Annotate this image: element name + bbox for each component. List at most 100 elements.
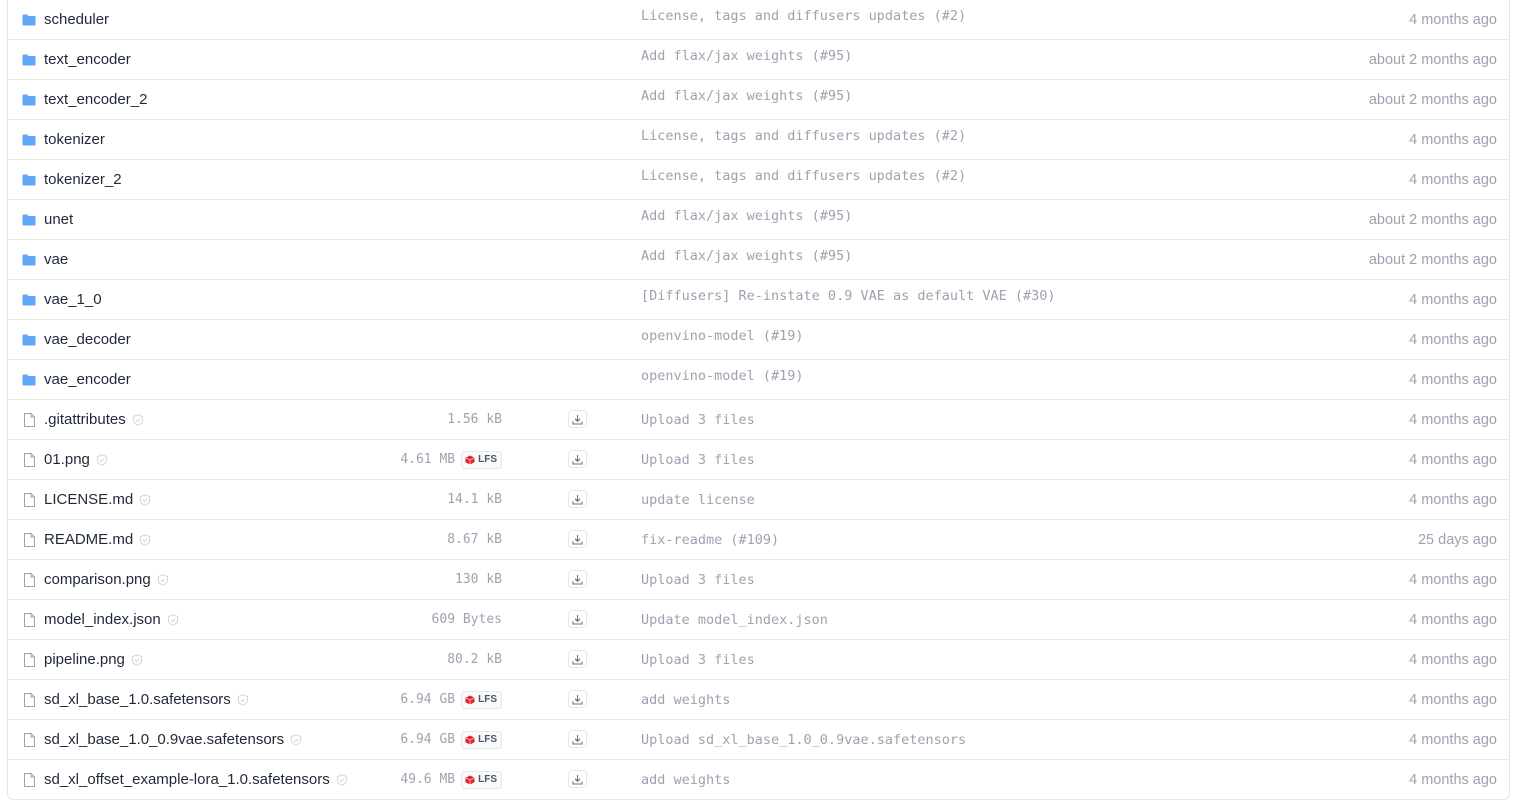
safe-check-icon[interactable] <box>167 613 179 626</box>
folder-row[interactable]: vae_encoder openvino-model (#19) 4 month… <box>8 359 1509 399</box>
folder-row[interactable]: text_encoder_2 Add flax/jax weights (#95… <box>8 79 1509 119</box>
safe-check-icon[interactable] <box>139 493 151 506</box>
safe-check-icon[interactable] <box>290 733 302 746</box>
file-row[interactable]: LICENSE.md 14.1 kB update license 4 mont… <box>8 479 1509 519</box>
download-button[interactable] <box>568 610 587 628</box>
last-modified-date: 4 months ago <box>1409 691 1497 708</box>
commit-message-link[interactable]: Update model_index.json <box>641 600 828 639</box>
commit-message-link[interactable]: Add flax/jax weights (#95) <box>641 236 852 275</box>
safe-check-icon[interactable] <box>157 573 169 586</box>
file-size: 6.94 GB <box>400 692 456 707</box>
safe-check-icon[interactable] <box>336 773 348 786</box>
last-modified-date: 4 months ago <box>1409 571 1497 588</box>
download-button[interactable] <box>568 690 587 708</box>
folder-row[interactable]: vae_decoder openvino-model (#19) 4 month… <box>8 319 1509 359</box>
commit-message-link[interactable]: fix-readme (#109) <box>641 520 779 559</box>
folder-name-link[interactable]: vae_decoder <box>44 331 131 348</box>
safe-check-icon[interactable] <box>237 693 249 706</box>
commit-message-link[interactable]: openvino-model (#19) <box>641 356 804 395</box>
commit-message-link[interactable]: License, tags and diffusers updates (#2) <box>641 156 966 195</box>
folder-name-cell: unet <box>21 200 441 239</box>
file-name-link[interactable]: LICENSE.md <box>44 491 133 508</box>
folder-name-link[interactable]: vae_1_0 <box>44 291 102 308</box>
file-name-cell: comparison.png <box>21 560 441 599</box>
file-row[interactable]: .gitattributes 1.56 kB Upload 3 files 4 … <box>8 399 1509 439</box>
folder-row[interactable]: vae Add flax/jax weights (#95) about 2 m… <box>8 239 1509 279</box>
file-name-link[interactable]: pipeline.png <box>44 651 125 668</box>
lfs-label: LFS <box>478 694 497 705</box>
folder-row[interactable]: tokenizer License, tags and diffusers up… <box>8 119 1509 159</box>
safe-check-icon[interactable] <box>139 533 151 546</box>
last-modified-date: about 2 months ago <box>1368 91 1497 108</box>
file-row[interactable]: sd_xl_offset_example-lora_1.0.safetensor… <box>8 759 1509 799</box>
file-row[interactable]: README.md 8.67 kB fix-readme (#109) 25 d… <box>8 519 1509 559</box>
folder-name-link[interactable]: text_encoder_2 <box>44 91 147 108</box>
download-button[interactable] <box>568 570 587 588</box>
file-row[interactable]: model_index.json 609 Bytes Update model_… <box>8 599 1509 639</box>
file-row[interactable]: 01.png 4.61 MB LFS Upload 3 files 4 mont… <box>8 439 1509 479</box>
folder-row[interactable]: vae_1_0 [Diffusers] Re-instate 0.9 VAE a… <box>8 279 1509 319</box>
folder-name-link[interactable]: scheduler <box>44 11 109 28</box>
download-button[interactable] <box>568 410 587 428</box>
file-size-cell: 130 kB <box>455 560 502 599</box>
folder-name-cell: text_encoder <box>21 40 441 79</box>
file-icon <box>21 412 37 428</box>
folder-icon <box>21 12 37 28</box>
download-button[interactable] <box>568 770 587 788</box>
file-icon <box>21 572 37 588</box>
file-name-link[interactable]: sd_xl_offset_example-lora_1.0.safetensor… <box>44 771 330 788</box>
folder-name-link[interactable]: tokenizer_2 <box>44 171 122 188</box>
file-name-link[interactable]: .gitattributes <box>44 411 126 428</box>
commit-message-link[interactable]: License, tags and diffusers updates (#2) <box>641 116 966 155</box>
last-modified-date: 4 months ago <box>1409 11 1497 28</box>
commit-message-link[interactable]: Add flax/jax weights (#95) <box>641 36 852 75</box>
lfs-icon <box>465 695 475 704</box>
commit-message-link[interactable]: Upload 3 files <box>641 640 755 679</box>
file-name-link[interactable]: comparison.png <box>44 571 151 588</box>
safe-check-icon[interactable] <box>131 653 143 666</box>
download-icon <box>572 614 583 625</box>
file-name-cell: model_index.json <box>21 600 441 639</box>
commit-message-link[interactable]: Add flax/jax weights (#95) <box>641 76 852 115</box>
file-row[interactable]: comparison.png 130 kB Upload 3 files 4 m… <box>8 559 1509 599</box>
commit-message-link[interactable]: add weights <box>641 760 730 799</box>
safe-check-icon[interactable] <box>132 413 144 426</box>
last-modified-date: 4 months ago <box>1409 491 1497 508</box>
commit-message-link[interactable]: openvino-model (#19) <box>641 316 804 355</box>
commit-message-link[interactable]: Upload 3 files <box>641 400 755 439</box>
download-button[interactable] <box>568 650 587 668</box>
commit-message-link[interactable]: License, tags and diffusers updates (#2) <box>641 0 966 35</box>
file-name-link[interactable]: model_index.json <box>44 611 161 628</box>
download-button[interactable] <box>568 730 587 748</box>
folder-row[interactable]: unet Add flax/jax weights (#95) about 2 … <box>8 199 1509 239</box>
folder-name-link[interactable]: vae_encoder <box>44 371 131 388</box>
download-button[interactable] <box>568 450 587 468</box>
folder-row[interactable]: scheduler License, tags and diffusers up… <box>8 0 1509 39</box>
commit-message-link[interactable]: Upload 3 files <box>641 560 755 599</box>
folder-name-link[interactable]: tokenizer <box>44 131 105 148</box>
commit-message-link[interactable]: [Diffusers] Re-instate 0.9 VAE as defaul… <box>641 276 1056 315</box>
commit-message-link[interactable]: Upload sd_xl_base_1.0_0.9vae.safetensors <box>641 720 966 759</box>
commit-message-link[interactable]: add weights <box>641 680 730 719</box>
file-name-link[interactable]: sd_xl_base_1.0_0.9vae.safetensors <box>44 731 284 748</box>
file-row[interactable]: sd_xl_base_1.0_0.9vae.safetensors 6.94 G… <box>8 719 1509 759</box>
folder-name-link[interactable]: text_encoder <box>44 51 131 68</box>
folder-row[interactable]: tokenizer_2 License, tags and diffusers … <box>8 159 1509 199</box>
commit-message-link[interactable]: Add flax/jax weights (#95) <box>641 196 852 235</box>
file-row[interactable]: pipeline.png 80.2 kB Upload 3 files 4 mo… <box>8 639 1509 679</box>
file-name-link[interactable]: sd_xl_base_1.0.safetensors <box>44 691 231 708</box>
file-size-cell: 49.6 MB LFS <box>400 760 502 799</box>
folder-name-link[interactable]: vae <box>44 251 68 268</box>
safe-check-icon[interactable] <box>96 453 108 466</box>
commit-message-link[interactable]: Upload 3 files <box>641 440 755 479</box>
lfs-icon <box>465 735 475 744</box>
download-button[interactable] <box>568 490 587 508</box>
file-row[interactable]: sd_xl_base_1.0.safetensors 6.94 GB LFS a… <box>8 679 1509 719</box>
file-name-link[interactable]: 01.png <box>44 451 90 468</box>
commit-message-link[interactable]: update license <box>641 480 755 519</box>
file-name-cell: sd_xl_base_1.0_0.9vae.safetensors <box>21 720 441 759</box>
download-button[interactable] <box>568 530 587 548</box>
file-name-link[interactable]: README.md <box>44 531 133 548</box>
folder-name-link[interactable]: unet <box>44 211 73 228</box>
folder-row[interactable]: text_encoder Add flax/jax weights (#95) … <box>8 39 1509 79</box>
